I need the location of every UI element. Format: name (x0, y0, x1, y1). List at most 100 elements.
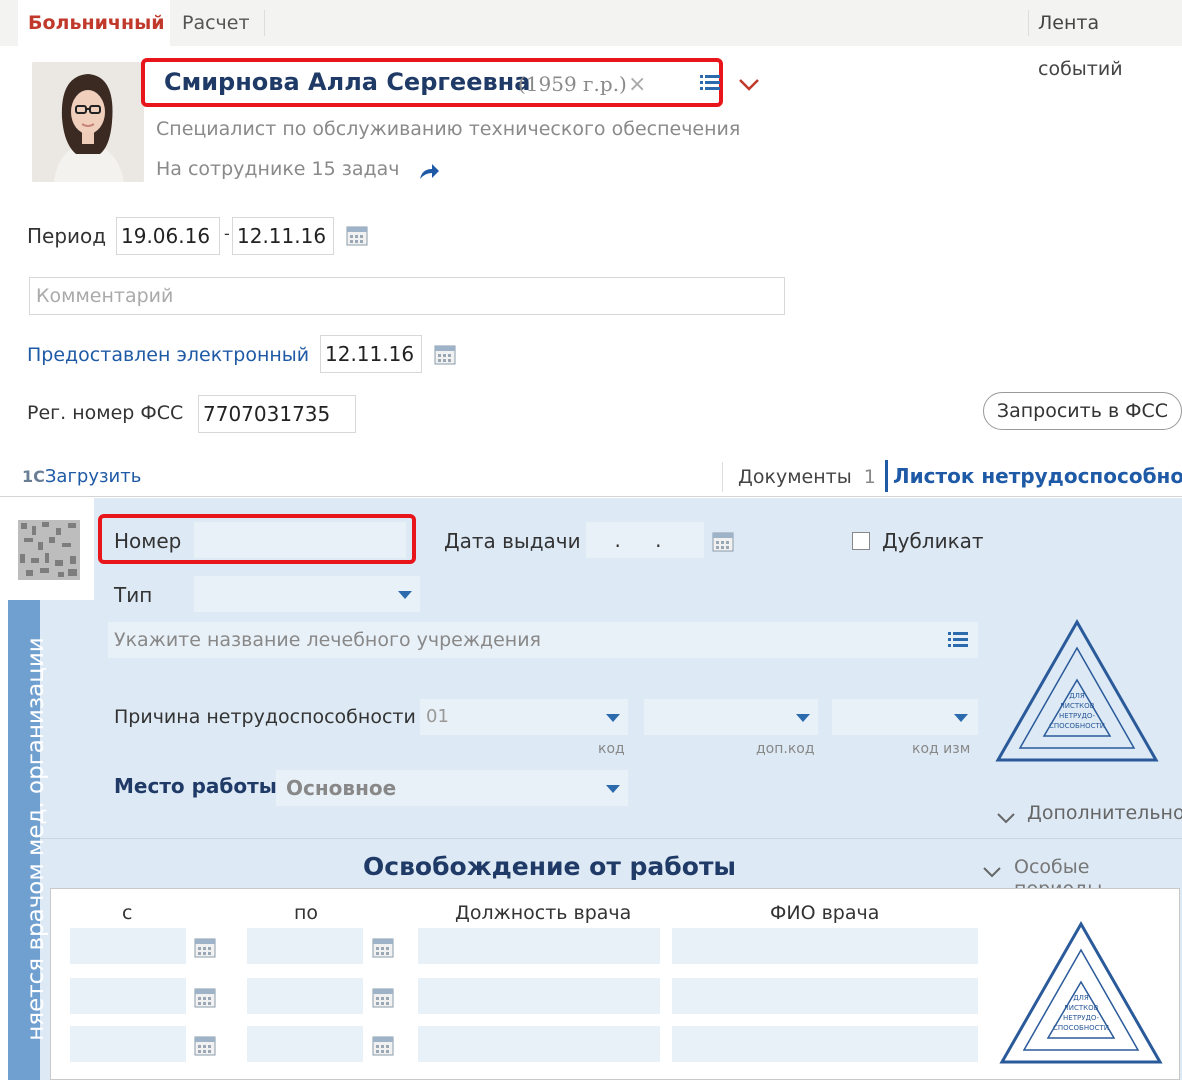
issue-date-input[interactable]: . . (586, 522, 704, 558)
svg-text:ДЛЯ: ДЛЯ (1073, 994, 1089, 1002)
svg-text:ЛИСТКОВ: ЛИСТКОВ (1064, 1004, 1099, 1012)
svg-text:НЕТРУДО-: НЕТРУДО- (1059, 712, 1095, 720)
chevron-down-icon[interactable] (738, 74, 760, 98)
active-tab-marker (885, 460, 888, 492)
release-from-cell[interactable] (70, 1026, 186, 1062)
calendar-icon[interactable] (712, 530, 734, 557)
release-to-cell[interactable] (247, 928, 363, 964)
column-header: ФИО врача (770, 902, 880, 924)
stamp-text: ДЛЯ (1069, 692, 1085, 700)
employee-avatar (32, 62, 144, 182)
electronic-link[interactable]: Предоставлен электронный (27, 344, 309, 366)
release-doctor-position-cell[interactable] (418, 978, 660, 1014)
list-icon[interactable] (948, 630, 968, 655)
calendar-icon[interactable] (372, 936, 394, 963)
calendar-icon[interactable] (372, 986, 394, 1013)
chevron-down-icon[interactable] (996, 806, 1016, 830)
workplace-label: Место работы (114, 774, 277, 798)
release-doctor-name-cell[interactable] (672, 928, 978, 964)
code-caption: код (598, 741, 625, 757)
issue-date-label: Дата выдачи (444, 529, 581, 553)
clear-icon[interactable]: × (628, 72, 646, 97)
dropdown-arrow-icon[interactable] (796, 714, 810, 722)
share-arrow-icon[interactable] (418, 162, 440, 186)
release-to-cell[interactable] (247, 978, 363, 1014)
tab-sick-leave-sheet[interactable]: Листок нетрудоспособности (893, 464, 1182, 488)
dropdown-arrow-icon[interactable] (398, 591, 412, 599)
tab-event-feed[interactable]: Лента событий (1038, 0, 1182, 80)
toolbar-separator (722, 462, 723, 492)
tab-documents[interactable]: Документы 1 (738, 466, 876, 488)
calendar-icon[interactable] (194, 936, 216, 963)
release-doctor-position-cell[interactable] (418, 928, 660, 964)
calendar-icon[interactable] (372, 1034, 394, 1061)
fss-number-field[interactable]: 7707031735 (198, 395, 356, 433)
release-doctor-position-cell[interactable] (418, 1026, 660, 1062)
type-label: Тип (114, 583, 153, 607)
calendar-icon[interactable] (194, 1034, 216, 1061)
electronic-date-field[interactable]: 12.11.16 (320, 335, 422, 373)
duplicate-checkbox[interactable] (852, 532, 870, 550)
duplicate-label: Дубликат (882, 529, 984, 553)
release-from-cell[interactable] (70, 978, 186, 1014)
tab-sick-leave[interactable]: Больничный (18, 0, 170, 46)
upload-link[interactable]: 1СЗагрузить (22, 466, 141, 487)
employee-tasks[interactable]: На сотруднике 15 задач (156, 158, 400, 180)
employee-birth-year: (1959 г.р.) (518, 72, 627, 96)
top-tab-bar (0, 0, 1182, 46)
dropdown-arrow-icon[interactable] (606, 714, 620, 722)
number-label: Номер (114, 529, 182, 553)
period-label: Период (27, 224, 107, 248)
upload-label: Загрузить (44, 466, 142, 487)
documents-count: 1 (863, 466, 876, 488)
panel-divider (40, 838, 1182, 839)
tab-separator (264, 10, 265, 36)
chevron-down-icon[interactable] (982, 860, 1002, 884)
svg-text:НЕТРУДО-: НЕТРУДО- (1063, 1014, 1099, 1022)
workplace-select[interactable]: Основное (276, 770, 628, 806)
calendar-icon[interactable] (194, 986, 216, 1013)
svg-text:ЛИСТКОВ: ЛИСТКОВ (1060, 702, 1095, 710)
employee-position: Специалист по обслуживанию технического … (156, 118, 741, 140)
svg-text:СПОСОБНОСТИ: СПОСОБНОСТИ (1049, 722, 1105, 730)
reason-addcode-select[interactable] (644, 699, 818, 735)
release-from-cell[interactable] (70, 928, 186, 964)
vertical-label: няется врачом мед. организации (23, 637, 49, 1041)
release-doctor-name-cell[interactable] (672, 1026, 978, 1062)
type-select[interactable] (194, 576, 420, 612)
stamp-icon: ДЛЯ ЛИСТКОВ НЕТРУДО- СПОСОБНОСТИ (994, 618, 1160, 771)
release-to-cell[interactable] (247, 1026, 363, 1062)
addcode-caption: доп.код (756, 741, 815, 757)
additional-link[interactable]: Дополнительно (1027, 802, 1182, 824)
documents-label: Документы (738, 466, 852, 488)
1c-logo-icon: 1С (22, 467, 45, 486)
calendar-icon[interactable] (346, 224, 368, 251)
list-icon[interactable] (700, 72, 720, 97)
period-to-field[interactable]: 12.11.16 (232, 217, 334, 255)
comment-input[interactable]: Комментарий (29, 277, 785, 315)
number-input[interactable] (194, 522, 406, 558)
release-title: Освобождение от работы (363, 852, 737, 881)
period-from-field[interactable]: 19.06.16 (116, 217, 220, 255)
tab-calculation[interactable]: Расчет (182, 0, 250, 46)
reason-code-select[interactable]: 01 (420, 699, 628, 735)
barcode-icon (18, 520, 80, 580)
tab-separator (1028, 10, 1029, 36)
employee-name[interactable]: Смирнова Алла Сергеевна (164, 68, 530, 96)
calendar-icon[interactable] (434, 343, 456, 370)
stamp-icon: ДЛЯ ЛИСТКОВ НЕТРУДО- СПОСОБНОСТИ (998, 920, 1164, 1071)
dropdown-arrow-icon[interactable] (606, 785, 620, 793)
column-header: Должность врача (455, 902, 632, 924)
dropdown-arrow-icon[interactable] (954, 714, 968, 722)
toolbar-divider (0, 496, 1182, 497)
column-header: с (122, 902, 133, 924)
hospital-input[interactable]: Укажите название лечебного учреждения (108, 622, 978, 658)
column-header: по (294, 902, 319, 924)
changecode-caption: код изм (912, 741, 971, 757)
request-fss-button[interactable]: Запросить в ФСС (983, 392, 1182, 430)
release-doctor-name-cell[interactable] (672, 978, 978, 1014)
fss-label: Рег. номер ФСС (27, 402, 184, 424)
svg-text:СПОСОБНОСТИ: СПОСОБНОСТИ (1053, 1024, 1109, 1032)
reason-label: Причина нетрудоспособности (114, 706, 416, 728)
period-dash: - (224, 224, 230, 243)
